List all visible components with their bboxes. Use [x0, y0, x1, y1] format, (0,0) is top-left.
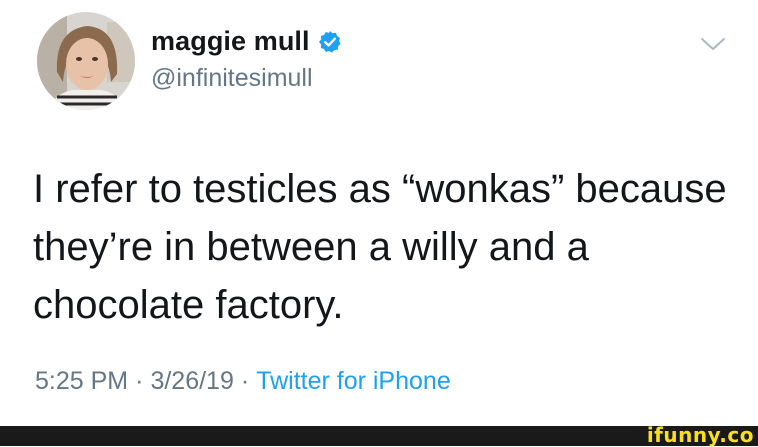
tweet-time[interactable]: 5:25 PM [35, 367, 128, 396]
chevron-down-icon[interactable] [700, 34, 726, 54]
display-name[interactable]: maggie mull [151, 26, 310, 57]
avatar[interactable] [37, 12, 135, 110]
name-row: maggie mull [151, 26, 342, 57]
avatar-image [37, 12, 135, 110]
tweet-meta: 5:25 PM · 3/26/19 · Twitter for iPhone [35, 367, 451, 396]
meta-separator: · [240, 367, 250, 395]
tweet-date[interactable]: 3/26/19 [150, 367, 233, 396]
footer-bar: ifunny.co [0, 423, 758, 447]
ifunny-watermark: ifunny.co [646, 423, 754, 447]
meta-separator: · [135, 367, 144, 395]
verified-badge-icon [318, 30, 342, 54]
user-handle[interactable]: @infinitesimull [151, 64, 313, 93]
tweet-text: I refer to testicles as “wonkas” because… [33, 167, 727, 327]
tweet-card: maggie mull @infinitesimull I refer to t… [0, 0, 758, 426]
tweet-source-link[interactable]: Twitter for iPhone [256, 367, 451, 396]
